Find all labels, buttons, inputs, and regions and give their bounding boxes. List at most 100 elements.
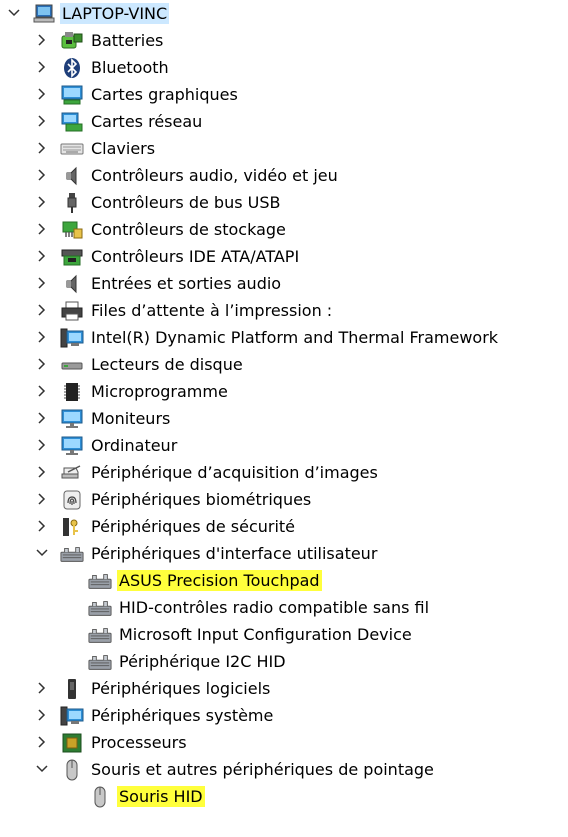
tree-item-processeurs[interactable]: Processeurs (0, 729, 568, 756)
speaker-icon (60, 272, 84, 295)
chevron-down-icon[interactable] (35, 762, 49, 776)
tree-item-label: LAPTOP-VINC (60, 3, 170, 24)
tree-item-batteries[interactable]: Batteries (0, 27, 568, 54)
tree-item-peripheriques-biometriques[interactable]: Périphériques biométriques (0, 486, 568, 513)
tree-item-cartes-graphiques[interactable]: Cartes graphiques (0, 81, 568, 108)
tree-item-asus-precision-touchpad[interactable]: ASUS Precision Touchpad (0, 567, 568, 594)
tree-item-peripheriques-d-interface-utilisateur[interactable]: Périphériques d'interface utilisateur (0, 540, 568, 567)
disk-drive-icon (60, 353, 84, 376)
chevron-right-icon[interactable] (35, 708, 49, 722)
tree-item-label: Bluetooth (91, 58, 169, 77)
chevron-right-icon[interactable] (35, 465, 49, 479)
tree-item-label: Souris HID (117, 786, 205, 807)
tree-item-label: Périphérique I2C HID (119, 652, 286, 671)
tree-item-label: Claviers (91, 139, 156, 158)
tree-item-entrees-et-sorties-audio[interactable]: Entrées et sorties audio (0, 270, 568, 297)
chevron-right-icon[interactable] (35, 141, 49, 155)
tree-item-label: Moniteurs (91, 409, 171, 428)
tree-item-peripherique-i2c-hid[interactable]: Périphérique I2C HID (0, 648, 568, 675)
tree-item-controleurs-de-bus-usb[interactable]: Contrôleurs de bus USB (0, 189, 568, 216)
tree-item-microprogramme[interactable]: Microprogramme (0, 378, 568, 405)
tree-item-label: Batteries (91, 31, 164, 50)
chevron-right-icon[interactable] (35, 168, 49, 182)
tree-item-label: Entrées et sorties audio (91, 274, 282, 293)
tree-item-souris-hid[interactable]: Souris HID (0, 783, 568, 810)
chevron-right-icon[interactable] (35, 330, 49, 344)
chevron-right-icon[interactable] (35, 357, 49, 371)
tree-item-label: Processeurs (91, 733, 187, 752)
chevron-right-icon[interactable] (35, 492, 49, 506)
chevron-right-icon[interactable] (35, 438, 49, 452)
tree-item-label: Périphériques système (91, 706, 274, 725)
network-adapter-icon (60, 110, 84, 133)
device-tree: LAPTOP-VINC Batteries Bluetooth Cartes grap… (0, 0, 568, 837)
chevron-right-icon[interactable] (35, 87, 49, 101)
tree-root-laptop-vinc[interactable]: LAPTOP-VINC (0, 0, 568, 27)
tree-item-cartes-reseau[interactable]: Cartes réseau (0, 108, 568, 135)
chevron-right-icon[interactable] (35, 519, 49, 533)
tree-item-microsoft-input-configuration-device[interactable]: Microsoft Input Configuration Device (0, 621, 568, 648)
tree-item-ordinateur[interactable]: Ordinateur (0, 432, 568, 459)
tree-item-peripheriques-logiciels[interactable]: Périphériques logiciels (0, 675, 568, 702)
chevron-right-icon[interactable] (35, 384, 49, 398)
tree-item-controleurs-audio-video-et-jeu[interactable]: Contrôleurs audio, vidéo et jeu (0, 162, 568, 189)
tree-item-label: Contrôleurs IDE ATA/ATAPI (91, 247, 300, 266)
tree-item-label: Périphérique d’acquisition d’images (91, 463, 378, 482)
tree-item-controleurs-de-stockage[interactable]: Contrôleurs de stockage (0, 216, 568, 243)
hid-icon (88, 650, 112, 673)
tree-item-label: Périphériques biométriques (91, 490, 312, 509)
chevron-down-icon[interactable] (35, 546, 49, 560)
chevron-right-icon[interactable] (35, 681, 49, 695)
display-adapter-icon (60, 83, 84, 106)
system-device-icon (60, 326, 84, 349)
processor-icon (60, 731, 84, 754)
chevron-right-icon[interactable] (35, 222, 49, 236)
tree-item-label: Contrôleurs de bus USB (91, 193, 281, 212)
chevron-right-icon[interactable] (35, 195, 49, 209)
tree-item-peripheriques-de-securite[interactable]: Périphériques de sécurité (0, 513, 568, 540)
fingerprint-icon (60, 488, 84, 511)
tree-item-intel-r-dynamic-platform-and-thermal-framework[interactable]: Intel(R) Dynamic Platform and Thermal Fr… (0, 324, 568, 351)
camera-icon (60, 461, 84, 484)
tree-item-controleurs-ide-ata-atapi[interactable]: Contrôleurs IDE ATA/ATAPI (0, 243, 568, 270)
mouse-icon (60, 758, 84, 781)
tree-item-label: Microprogramme (91, 382, 228, 401)
tree-item-lecteurs-de-disque[interactable]: Lecteurs de disque (0, 351, 568, 378)
tree-item-label: Cartes réseau (91, 112, 203, 131)
chip-icon (60, 380, 84, 403)
tree-item-label: Souris et autres périphériques de pointa… (91, 760, 434, 779)
tree-item-label: Périphériques logiciels (91, 679, 271, 698)
chevron-right-icon[interactable] (35, 735, 49, 749)
chevron-right-icon[interactable] (35, 114, 49, 128)
chevron-right-icon[interactable] (35, 411, 49, 425)
tree-item-peripheriques-systeme[interactable]: Périphériques système (0, 702, 568, 729)
tree-item-moniteurs[interactable]: Moniteurs (0, 405, 568, 432)
speaker-icon (60, 164, 84, 187)
tree-item-hid-controles-radio-compatible-sans-fil[interactable]: HID-contrôles radio compatible sans fil (0, 594, 568, 621)
tree-item-bluetooth[interactable]: Bluetooth (0, 54, 568, 81)
chevron-right-icon[interactable] (35, 249, 49, 263)
chevron-right-icon[interactable] (35, 60, 49, 74)
chevron-down-icon[interactable] (7, 6, 21, 20)
hid-icon (88, 596, 112, 619)
storage-controller-icon (60, 218, 84, 241)
chevron-right-icon[interactable] (35, 276, 49, 290)
tree-item-peripherique-d-acquisition-d-images[interactable]: Périphérique d’acquisition d’images (0, 459, 568, 486)
tree-item-label: Périphériques de sécurité (91, 517, 296, 536)
tree-item-label: Lecteurs de disque (91, 355, 243, 374)
ide-controller-icon (60, 245, 84, 268)
tree-item-label: Cartes graphiques (91, 85, 238, 104)
mouse-icon (88, 785, 112, 808)
tree-item-souris-et-autres-peripheriques-de-pointage[interactable]: Souris et autres périphériques de pointa… (0, 756, 568, 783)
tree-item-label: Périphériques d'interface utilisateur (91, 544, 378, 563)
computer-icon (32, 2, 56, 25)
tree-item-files-d-attente-a-l-impression[interactable]: Files d’attente à l’impression : (0, 297, 568, 324)
chevron-right-icon[interactable] (35, 303, 49, 317)
tree-item-claviers[interactable]: Claviers (0, 135, 568, 162)
tree-item-label: Ordinateur (91, 436, 178, 455)
tree-item-label: Microsoft Input Configuration Device (119, 625, 412, 644)
chevron-right-icon[interactable] (35, 33, 49, 47)
keyboard-icon (60, 137, 84, 160)
tree-item-label: Intel(R) Dynamic Platform and Thermal Fr… (91, 328, 499, 347)
hid-icon (88, 623, 112, 646)
